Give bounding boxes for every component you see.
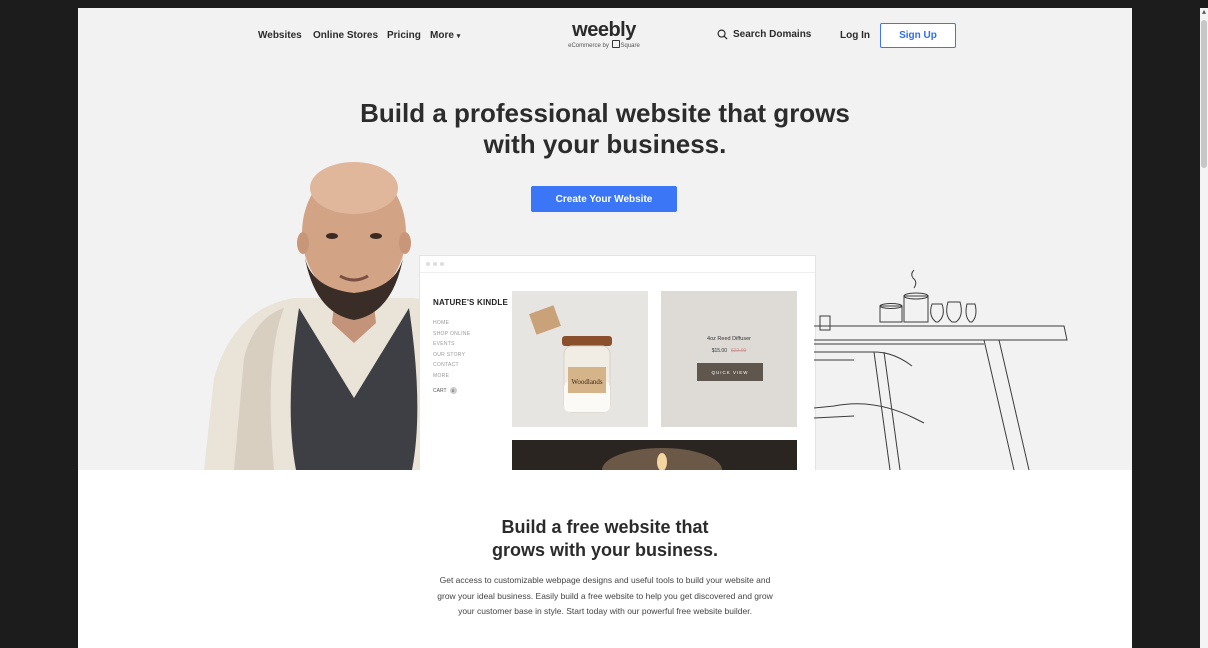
website-mockup: NATURE'S KINDLE HOME SHOP ONLINE EVENTS … bbox=[419, 255, 816, 470]
mockup-browser-bar bbox=[420, 256, 815, 273]
mockup-cart-label: CART bbox=[433, 387, 447, 394]
flame-image bbox=[602, 448, 722, 470]
mockup-brand: NATURE'S KINDLE bbox=[433, 298, 508, 307]
nav-pricing[interactable]: Pricing bbox=[387, 30, 421, 41]
mockup-menu-item: CONTACT bbox=[433, 362, 459, 368]
hero-section: Websites Online Stores Pricing More ▾ we… bbox=[78, 8, 1132, 470]
search-domains-label: Search Domains bbox=[733, 29, 812, 40]
hero-title: Build a professional website that grows … bbox=[305, 98, 905, 160]
logo-sub-prefix: eCommerce by bbox=[568, 43, 609, 49]
hero-title-line1: Build a professional website that grows bbox=[360, 98, 850, 128]
mockup-menu-item: EVENTS bbox=[433, 341, 455, 347]
caret-down-icon: ▾ bbox=[456, 33, 461, 40]
window-dot-icon bbox=[426, 262, 430, 266]
window-dot-icon bbox=[433, 262, 437, 266]
section-body-line1: Get access to customizable webpage desig… bbox=[439, 575, 771, 585]
square-icon bbox=[611, 40, 620, 48]
top-nav: Websites Online Stores Pricing More ▾ we… bbox=[78, 8, 1132, 56]
logo-sub-brand: Square bbox=[620, 43, 640, 49]
table-illustration bbox=[814, 269, 1068, 470]
mockup-menu-item: MORE bbox=[433, 372, 450, 379]
search-icon bbox=[717, 29, 728, 40]
nav-websites[interactable]: Websites bbox=[258, 30, 302, 41]
candle-jar-image: Woodlands bbox=[529, 305, 612, 413]
signup-button[interactable]: Sign Up bbox=[880, 23, 956, 48]
mockup-cart-count: 0 bbox=[449, 387, 457, 394]
logo-wordmark: weebly bbox=[572, 19, 636, 41]
jar-label: Woodlands bbox=[571, 378, 603, 386]
section-body-line2: grow your ideal business. Easily build a… bbox=[437, 590, 773, 601]
search-domains-link[interactable]: Search Domains bbox=[717, 29, 811, 40]
product-price: $15.00 $22.00 bbox=[661, 348, 797, 354]
mockup-cart: CART 0 bbox=[433, 387, 457, 394]
browser-page: Websites Online Stores Pricing More ▾ we… bbox=[78, 8, 1132, 648]
mockup-menu-item: OUR STORY bbox=[433, 351, 466, 358]
nav-online-stores[interactable]: Online Stores bbox=[313, 30, 378, 41]
nav-login[interactable]: Log In bbox=[840, 30, 870, 41]
scrollbar-thumb[interactable] bbox=[1201, 20, 1207, 168]
product-name: 4oz Reed Diffuser bbox=[707, 336, 751, 342]
quick-view-button: QUICK VIEW bbox=[697, 363, 763, 381]
nav-more-label: More bbox=[430, 30, 454, 41]
logo-subtitle: eCommerce by Square bbox=[564, 40, 644, 49]
product-price-current: $15.00 bbox=[711, 348, 727, 354]
mockup-menu-item: HOME bbox=[433, 320, 450, 326]
section-title: Build a free website that grows with you… bbox=[405, 516, 805, 562]
mockup-menu-item: SHOP ONLINE bbox=[433, 330, 471, 337]
scroll-up-arrow-icon[interactable]: ▴ bbox=[1200, 8, 1208, 16]
mockup-menu: HOME SHOP ONLINE EVENTS OUR STORY CONTAC… bbox=[433, 318, 470, 381]
hero-title-line2: with your business. bbox=[483, 129, 727, 159]
weebly-logo[interactable]: weebly eCommerce by Square bbox=[564, 20, 644, 49]
product-tile-diffuser: 4oz Reed Diffuser $15.00 $22.00 QUICK VIE… bbox=[661, 291, 797, 427]
section-body-line3: your customer base in style. Start today… bbox=[458, 606, 752, 616]
create-website-button[interactable]: Create Your Website bbox=[531, 186, 677, 212]
nav-more[interactable]: More ▾ bbox=[430, 30, 460, 41]
product-image-candle-flame bbox=[512, 440, 797, 470]
vertical-scrollbar[interactable]: ▴ bbox=[1200, 8, 1208, 648]
section-title-line1: Build a free website that bbox=[501, 517, 709, 537]
section-title-line2: grows with your business. bbox=[491, 540, 719, 560]
product-price-old: $22.00 bbox=[731, 348, 747, 354]
window-dot-icon bbox=[440, 262, 444, 266]
section-body: Get access to customizable webpage desig… bbox=[375, 573, 835, 620]
product-image-candle: Woodlands bbox=[512, 291, 648, 427]
